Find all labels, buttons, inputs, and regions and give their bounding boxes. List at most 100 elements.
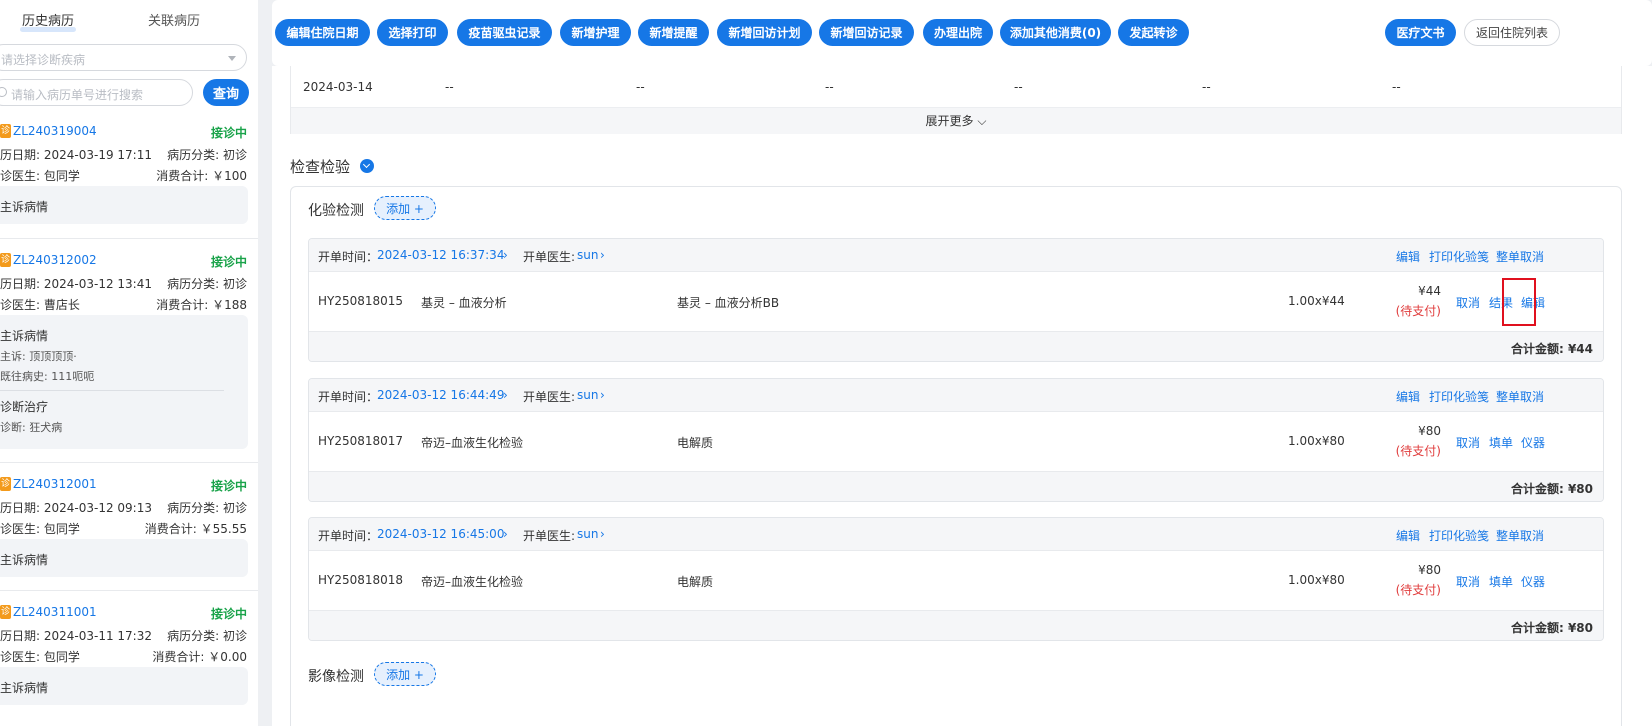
- row-action-link[interactable]: 仪器: [1521, 434, 1545, 451]
- record-card[interactable]: 诊 ZL240312002 接诊中 历日期: 2024-03-12 13:41 病历分类…: [0, 253, 258, 463]
- payment-status: (待支付): [1395, 583, 1441, 597]
- medical-document-button[interactable]: 医疗文书: [1385, 19, 1456, 46]
- status-badge: 接诊中: [210, 479, 247, 493]
- order-doctor-link[interactable]: sun: [577, 388, 598, 402]
- toolbar-button[interactable]: 选择打印: [377, 19, 448, 46]
- result-item-link[interactable]: 填单: [1489, 434, 1513, 451]
- expand-more-link[interactable]: 展开更多 ⌵: [291, 108, 1621, 134]
- toolbar-button[interactable]: 新增回访记录: [819, 19, 914, 46]
- record-card[interactable]: 诊 ZL240311001 接诊中 历日期: 2024-03-11 17:32 病历分类…: [0, 605, 258, 726]
- table-cell: --: [1392, 80, 1401, 94]
- item-detail: 基灵 – 血液分析BB: [677, 296, 780, 310]
- table-row: 2024-03-14 -- -- -- -- -- --: [291, 66, 1621, 108]
- order-doctor-link[interactable]: sun: [577, 527, 598, 541]
- table-row: HY250818018 帝迈–血液生化检验 电解质 1.00x¥80 ¥80 (待支付) 取…: [309, 551, 1603, 611]
- record-doctor: 诊医生: 曹店长: [0, 298, 80, 312]
- result-item-link[interactable]: 填单: [1489, 573, 1513, 590]
- record-date: 历日期: 2024-03-11 17:32: [0, 629, 152, 643]
- complaint-box: 主诉病情: [0, 539, 248, 577]
- highlight-box: [1502, 278, 1536, 326]
- order-total: 合计金额: ¥80: [1510, 621, 1593, 635]
- expand-label: 展开更多: [925, 114, 974, 128]
- row-action-link[interactable]: 仪器: [1521, 573, 1545, 590]
- order-time-link[interactable]: 2024-03-12 16:37:34: [377, 248, 504, 262]
- prev-table: 2024-03-14 -- -- -- -- -- -- 展开更多 ⌵: [290, 66, 1622, 134]
- lab-order-card: 开单时间： 2024-03-12 16:45:00 › 开单医生: sun › 编辑 打印化验…: [308, 517, 1604, 641]
- box-text: 主诉: 顶顶顶顶·: [0, 350, 77, 363]
- record-total: 消费合计: ￥0.00: [152, 650, 247, 664]
- chevron-down-icon: ⌵: [973, 114, 987, 128]
- record-id-link[interactable]: ZL240312002: [13, 253, 97, 267]
- cancel-item-link[interactable]: 取消: [1456, 573, 1480, 590]
- edit-order-link[interactable]: 编辑: [1396, 527, 1420, 544]
- item-price: ¥80: [1418, 563, 1441, 577]
- cancel-order-link[interactable]: 整单取消: [1496, 248, 1544, 265]
- print-lab-sheet-link[interactable]: 打印化验笺: [1429, 248, 1489, 265]
- cancel-order-link[interactable]: 整单取消: [1496, 388, 1544, 405]
- print-lab-sheet-link[interactable]: 打印化验笺: [1429, 388, 1489, 405]
- toolbar-button[interactable]: 疫苗驱虫记录: [457, 19, 552, 46]
- main-content: 2024-03-14 -- -- -- -- -- -- 展开更多 ⌵ 检查检验…: [272, 66, 1652, 726]
- lab-order-card: 开单时间： 2024-03-12 16:44:49 › 开单医生: sun › 编辑 打印化验…: [308, 378, 1604, 502]
- toolbar-button[interactable]: 发起转诊: [1118, 19, 1189, 46]
- query-button[interactable]: 查询: [203, 79, 249, 106]
- record-date: 历日期: 2024-03-19 17:11: [0, 148, 152, 162]
- toolbar-button[interactable]: 添加其他消费(0): [1000, 19, 1111, 46]
- toolbar-button[interactable]: 新增提醒: [638, 19, 709, 46]
- tab-linked-records[interactable]: 关联病历: [148, 10, 200, 29]
- cancel-item-link[interactable]: 取消: [1456, 434, 1480, 451]
- order-total: 合计金额: ¥80: [1510, 482, 1593, 496]
- record-search-input[interactable]: 请输入病历单号进行搜索: [0, 79, 193, 106]
- record-id-link[interactable]: ZL240312001: [13, 477, 97, 491]
- record-id-link[interactable]: ZL240319004: [13, 124, 97, 138]
- item-quantity: 1.00x¥44: [1288, 294, 1345, 308]
- lab-add-button[interactable]: 添加 +: [374, 196, 436, 220]
- table-cell: --: [1014, 80, 1023, 94]
- cancel-order-link[interactable]: 整单取消: [1496, 527, 1544, 544]
- edit-order-link[interactable]: 编辑: [1396, 248, 1420, 265]
- history-sidebar: 历史病历 关联病历 请选择诊断疾病 请输入病历单号进行搜索 查询 诊 ZL2403…: [0, 0, 258, 726]
- order-header: 开单时间： 2024-03-12 16:37:34 › 开单医生: sun › 编辑 打印化验…: [309, 239, 1603, 272]
- cancel-item-link[interactable]: 取消: [1456, 294, 1480, 311]
- record-doctor: 诊医生: 包同学: [0, 169, 80, 183]
- imaging-add-button[interactable]: 添加 +: [374, 662, 436, 686]
- divider: [0, 590, 258, 591]
- record-id-link[interactable]: ZL240311001: [13, 605, 97, 619]
- toolbar-button[interactable]: 办理出院: [923, 19, 993, 46]
- diagnosis-tag-icon: 诊: [0, 124, 11, 138]
- record-card[interactable]: 诊 ZL240312001 接诊中 历日期: 2024-03-12 09:13 病历分类…: [0, 477, 258, 607]
- edit-order-link[interactable]: 编辑: [1396, 388, 1420, 405]
- print-lab-sheet-link[interactable]: 打印化验笺: [1429, 527, 1489, 544]
- order-doctor-link[interactable]: sun: [577, 248, 598, 262]
- toolbar-button[interactable]: 新增护理: [560, 19, 631, 46]
- search-icon: [0, 87, 7, 97]
- back-to-list-button[interactable]: 返回住院列表: [1464, 19, 1560, 46]
- complaint-box: 主诉病情: [0, 667, 248, 705]
- record-category: 病历分类: 初诊: [167, 277, 247, 291]
- order-time-link[interactable]: 2024-03-12 16:44:49: [377, 388, 504, 402]
- tab-history-records[interactable]: 历史病历: [22, 10, 74, 29]
- chevron-right-icon: ›: [503, 248, 508, 262]
- imaging-title: 影像检测: [308, 669, 364, 685]
- record-date: 历日期: 2024-03-12 09:13: [0, 501, 152, 515]
- table-row: HY250818017 帝迈–血液生化检验 电解质 1.00x¥80 ¥80 (待支付) 取…: [309, 412, 1603, 472]
- record-card[interactable]: 诊 ZL240319004 接诊中 历日期: 2024-03-19 17:11 病历分类…: [0, 124, 258, 254]
- status-badge: 接诊中: [210, 126, 247, 140]
- diagnosis-select[interactable]: 请选择诊断疾病: [0, 44, 247, 71]
- collapse-chevron-icon[interactable]: [360, 159, 374, 173]
- gutter: [258, 0, 272, 726]
- record-category: 病历分类: 初诊: [167, 629, 247, 643]
- item-name: 帝迈–血液生化检验: [421, 436, 524, 450]
- order-time-label: 开单时间：: [318, 250, 379, 264]
- record-category: 病历分类: 初诊: [167, 501, 247, 515]
- item-code: HY250818018: [318, 573, 404, 587]
- toolbar-button[interactable]: 编辑住院日期: [275, 19, 370, 46]
- box-text: 既往病史: 111呃呃: [0, 370, 95, 383]
- toolbar-button[interactable]: 新增回访计划: [717, 19, 812, 46]
- order-footer: 合计金额: ¥80: [309, 611, 1603, 640]
- lab-order-card: 开单时间： 2024-03-12 16:37:34 › 开单医生: sun › 编辑 打印化验…: [308, 238, 1604, 362]
- search-placeholder: 请输入病历单号进行搜索: [11, 88, 144, 102]
- payment-status: (待支付): [1395, 444, 1441, 458]
- order-time-link[interactable]: 2024-03-12 16:45:00: [377, 527, 504, 541]
- item-name: 基灵 – 血液分析: [421, 296, 507, 310]
